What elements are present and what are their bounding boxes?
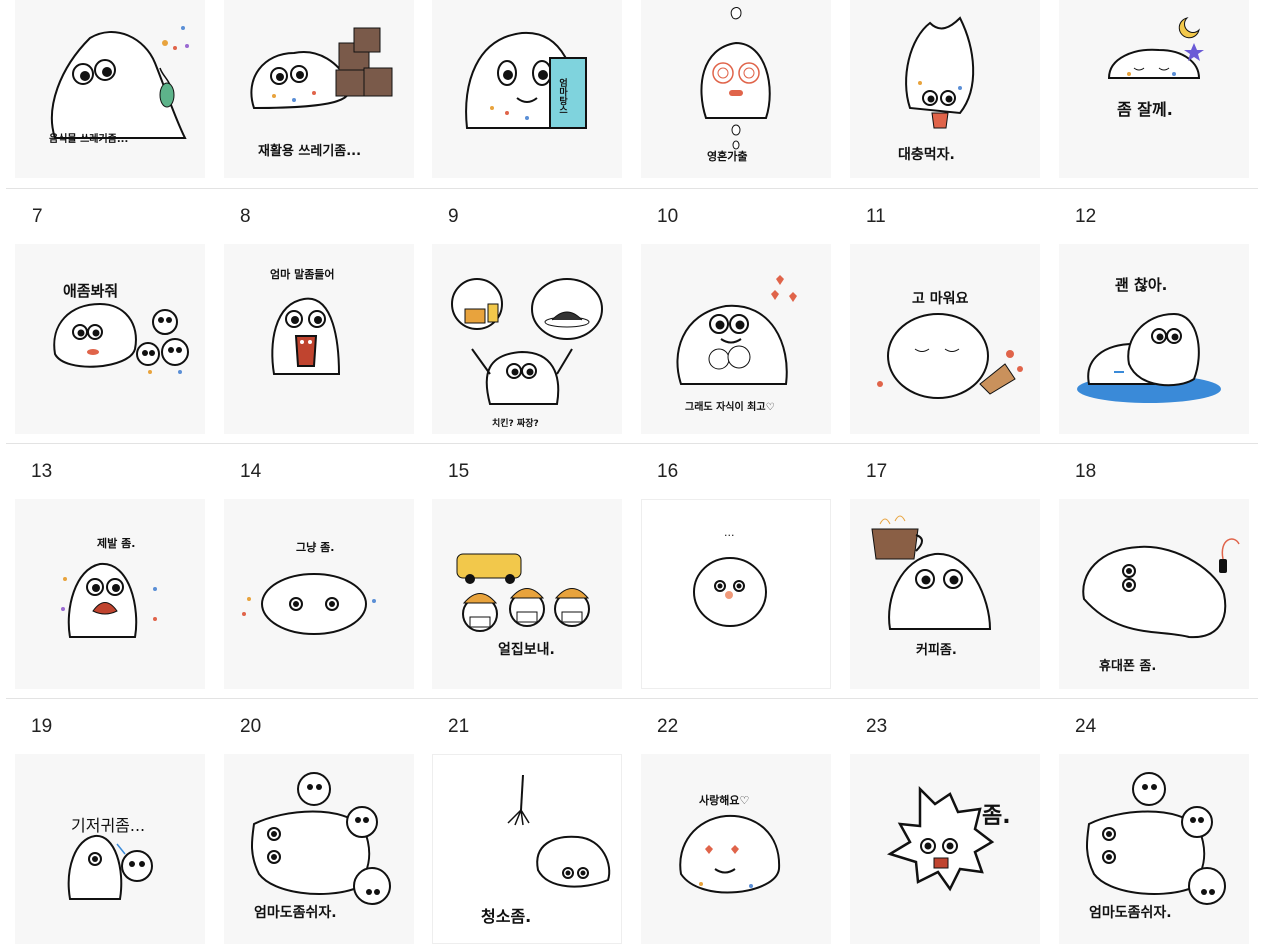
sticker-image[interactable]: 엄마도좀쉬자. [224,754,414,944]
sticker-image[interactable]: 엄마도좀쉬자. [1059,754,1249,944]
sticker-caption: 휴대폰 좀. [1099,659,1157,674]
sticker-number: 11 [866,206,886,227]
sticker-grid: 음식물 쓰레기좀... 재활용 쓰레기좀... 엄마탕스 영혼가출 대충먹자. … [0,0,1280,944]
sticker-caption: 그래도 자식이 최고♡ [685,402,775,413]
row-divider [6,188,1258,189]
sticker-number: 8 [240,206,251,227]
sticker-caption: 청소좀. [481,907,532,926]
sticker-number: 7 [32,206,43,227]
row-divider [6,443,1258,444]
sticker-number: 21 [448,716,470,737]
sticker-image[interactable]: 제발 좀. [15,499,205,689]
sticker-image[interactable]: 애좀봐줘 [15,244,205,434]
sticker-image[interactable]: 커피좀. [850,499,1040,689]
sticker-image[interactable]: 사랑해요♡ [641,754,831,944]
sticker-caption: 영혼가출 [707,150,748,163]
sticker-number: 20 [240,716,262,737]
sticker-caption: 좀 잘께. [1117,100,1173,119]
sticker-caption: 엄마탕스 [557,78,567,114]
sticker-caption: 고 마워요 [912,291,969,307]
sticker-caption: 좀. [982,804,1011,829]
sticker-number: 10 [657,206,679,227]
sticker-number: 13 [31,461,53,482]
sticker-caption: 얼집보내. [498,642,555,658]
sticker-caption: 제발 좀. [97,537,136,550]
row-divider [6,698,1258,699]
sticker-image[interactable]: ... [641,499,831,689]
sticker-number: 18 [1075,461,1097,482]
sticker-image[interactable]: 그래도 자식이 최고♡ [641,244,831,434]
sticker-number: 9 [448,206,459,227]
sticker-image[interactable]: 음식물 쓰레기좀... [15,0,205,178]
sticker-caption: ... [724,526,735,539]
sticker-image[interactable]: 좀 잘께. [1059,0,1249,178]
sticker-number: 16 [657,461,679,482]
sticker-image[interactable]: 얼집보내. [432,499,622,689]
sticker-caption: 커피좀. [916,643,957,658]
sticker-image[interactable]: 휴대폰 좀. [1059,499,1249,689]
sticker-number: 19 [31,716,53,737]
sticker-image[interactable]: 엄마 말좀들어 [224,244,414,434]
sticker-number: 14 [240,461,262,482]
sticker-image[interactable]: 그냥 좀. [224,499,414,689]
sticker-caption: 그냥 좀. [296,541,335,554]
sticker-image[interactable]: 엄마탕스 [432,0,622,178]
sticker-image[interactable]: 대충먹자. [850,0,1040,178]
sticker-caption: 엄마도좀쉬자. [1089,905,1172,921]
sticker-number: 12 [1075,206,1097,227]
sticker-caption: 대충먹자. [898,147,955,163]
sticker-image[interactable]: 좀. [850,754,1040,944]
sticker-number: 22 [657,716,679,737]
sticker-image[interactable]: 청소좀. [432,754,622,944]
sticker-caption: 애좀봐줘 [63,282,119,300]
sticker-caption: 괜 찮아. [1115,276,1168,294]
sticker-image[interactable]: 영혼가출 [641,0,831,178]
sticker-number: 24 [1075,716,1097,737]
sticker-number: 23 [866,716,888,737]
sticker-caption: 엄마 말좀들어 [270,268,335,281]
sticker-caption: 기저귀좀... [71,816,146,835]
sticker-image[interactable]: 괜 찮아. [1059,244,1249,434]
sticker-caption: 치킨? 짜장? [492,419,539,429]
sticker-image[interactable]: 기저귀좀... [15,754,205,944]
sticker-image[interactable]: 고 마워요 [850,244,1040,434]
sticker-image[interactable]: 재활용 쓰레기좀... [224,0,414,178]
sticker-caption: 재활용 쓰레기좀... [258,144,362,159]
sticker-number: 15 [448,461,470,482]
sticker-image[interactable]: 치킨? 짜장? [432,244,622,434]
sticker-number: 17 [866,461,888,482]
sticker-caption: 사랑해요♡ [699,794,750,807]
sticker-caption: 음식물 쓰레기좀... [49,134,129,145]
sticker-caption: 엄마도좀쉬자. [254,905,337,921]
